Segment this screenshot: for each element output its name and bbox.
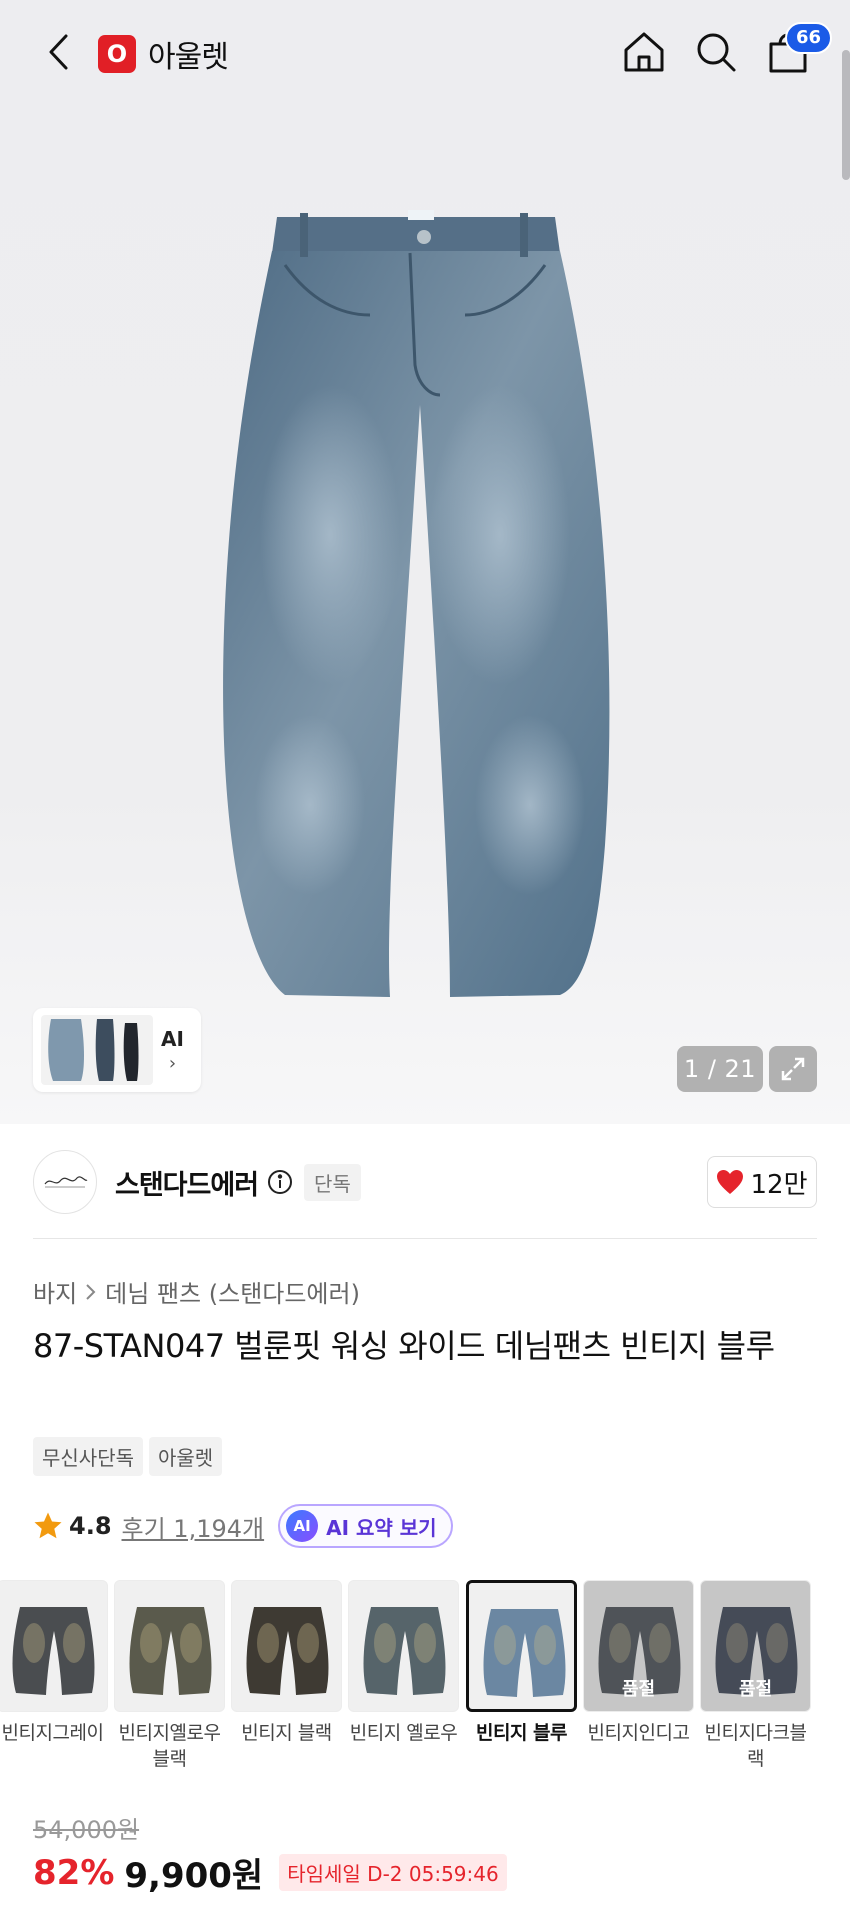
discount-rate: 82% — [33, 1852, 115, 1893]
breadcrumb-subcategory[interactable]: 데님 팬츠 (스탠다드에러) — [105, 1274, 360, 1309]
store-name[interactable]: 스탠다드에러 — [115, 1163, 259, 1202]
breadcrumb-category[interactable]: 바지 — [33, 1274, 77, 1309]
color-option[interactable]: 빈티지 블루 — [466, 1580, 577, 1746]
color-option-image — [231, 1580, 342, 1712]
image-counter: 1 / 21 — [677, 1046, 763, 1092]
rating-row: 4.8 후기 1,194개 AI AI 요약 보기 — [33, 1503, 453, 1549]
brand-logo: O — [98, 35, 136, 73]
back-icon — [49, 34, 68, 70]
product-tags: 무신사단독 아울렛 — [33, 1437, 223, 1476]
color-option-label: 빈티지 블랙 — [241, 1722, 332, 1744]
color-options: 빈티지그레이 빈티지옐로우블랙 빈티지 블랙 빈티지 옐로우 빈티지 블루 품절빈티지인디… — [0, 1580, 850, 1780]
soldout-label: 품절 — [621, 1679, 656, 1700]
back-button[interactable] — [40, 30, 76, 74]
thumbnail-image — [41, 1015, 153, 1085]
color-option[interactable]: 품절빈티지인디고 — [583, 1580, 694, 1746]
cart-button[interactable]: 66 — [764, 22, 832, 76]
star-icon — [34, 1512, 62, 1539]
product-image — [223, 210, 610, 997]
color-option-image — [114, 1580, 225, 1712]
color-option-image: 품절 — [700, 1580, 811, 1712]
ai-icon: AI — [286, 1510, 319, 1542]
ai-summary-button[interactable]: AI AI 요약 보기 — [278, 1504, 453, 1548]
color-option[interactable]: 품절빈티지다크블랙 — [700, 1580, 811, 1772]
info-icon[interactable] — [266, 1168, 294, 1196]
color-option-label: 빈티지그레이 — [1, 1722, 104, 1744]
top-header: O 아울렛 66 — [0, 0, 850, 104]
original-price: 54,000원 — [33, 1816, 140, 1844]
color-option-label: 빈티지 블루 — [475, 1722, 568, 1744]
brand-name: 아울렛 — [148, 40, 229, 75]
color-option-image — [0, 1580, 108, 1712]
color-option-label: 빈티지 옐로우 — [349, 1722, 458, 1744]
ai-label: AI — [161, 1026, 184, 1051]
product-gallery[interactable]: AI › 1 / 21 — [0, 0, 850, 1124]
color-option[interactable]: 빈티지옐로우블랙 — [114, 1580, 225, 1772]
color-option-label: 빈티지옐로우블랙 — [118, 1722, 221, 1770]
like-count: 12만 — [750, 1169, 808, 1200]
ai-similar-thumbnail[interactable]: AI › — [33, 1008, 201, 1092]
home-button[interactable] — [620, 28, 668, 76]
color-option-label: 빈티지다크블랙 — [704, 1722, 807, 1770]
sale-price: 9,900원 — [124, 1856, 264, 1896]
color-option[interactable]: 빈티지그레이 — [0, 1580, 108, 1746]
tag-musinsa-exclusive: 무신사단독 — [33, 1437, 143, 1476]
chevron-right-icon: › — [168, 1052, 177, 1074]
search-button[interactable] — [692, 28, 740, 76]
brand-link[interactable]: O 아울렛 — [98, 32, 229, 76]
like-button[interactable]: 12만 — [707, 1156, 817, 1208]
color-option[interactable]: 빈티지 옐로우 — [348, 1580, 459, 1746]
color-option[interactable]: 빈티지 블랙 — [231, 1580, 342, 1746]
store-logo[interactable] — [33, 1150, 97, 1214]
heart-icon — [717, 1170, 744, 1194]
search-icon — [697, 33, 736, 72]
review-count-link[interactable]: 후기 1,194개 — [122, 1509, 265, 1544]
ai-summary-label: AI 요약 보기 — [326, 1515, 437, 1540]
soldout-label: 품절 — [738, 1679, 773, 1700]
home-icon — [624, 32, 664, 72]
price-row: 82% 9,900원 타임세일 D-2 05:59:46 — [33, 1848, 507, 1897]
store-row: 스탠다드에러 단독 12만 — [33, 1150, 817, 1214]
divider — [33, 1238, 817, 1239]
color-option-image — [348, 1580, 459, 1712]
breadcrumb: 바지 데님 팬츠 (스탠다드에러) — [33, 1274, 360, 1309]
expand-icon — [781, 1057, 805, 1081]
expand-button[interactable] — [769, 1046, 817, 1092]
exclusive-badge: 단독 — [304, 1163, 361, 1201]
product-title: 87-STAN047 벌룬핏 워싱 와이드 데님팬츠 빈티지 블루 — [33, 1327, 775, 1365]
color-option-image: 품절 — [583, 1580, 694, 1712]
color-option-image — [466, 1580, 577, 1712]
cart-count-badge: 66 — [784, 22, 832, 54]
timesale-badge: 타임세일 D-2 05:59:46 — [279, 1854, 507, 1891]
chevron-right-icon — [86, 1283, 96, 1300]
rating-score: 4.8 — [69, 1512, 112, 1540]
tag-outlet: 아울렛 — [149, 1437, 223, 1476]
color-option-label: 빈티지인디고 — [587, 1722, 690, 1744]
